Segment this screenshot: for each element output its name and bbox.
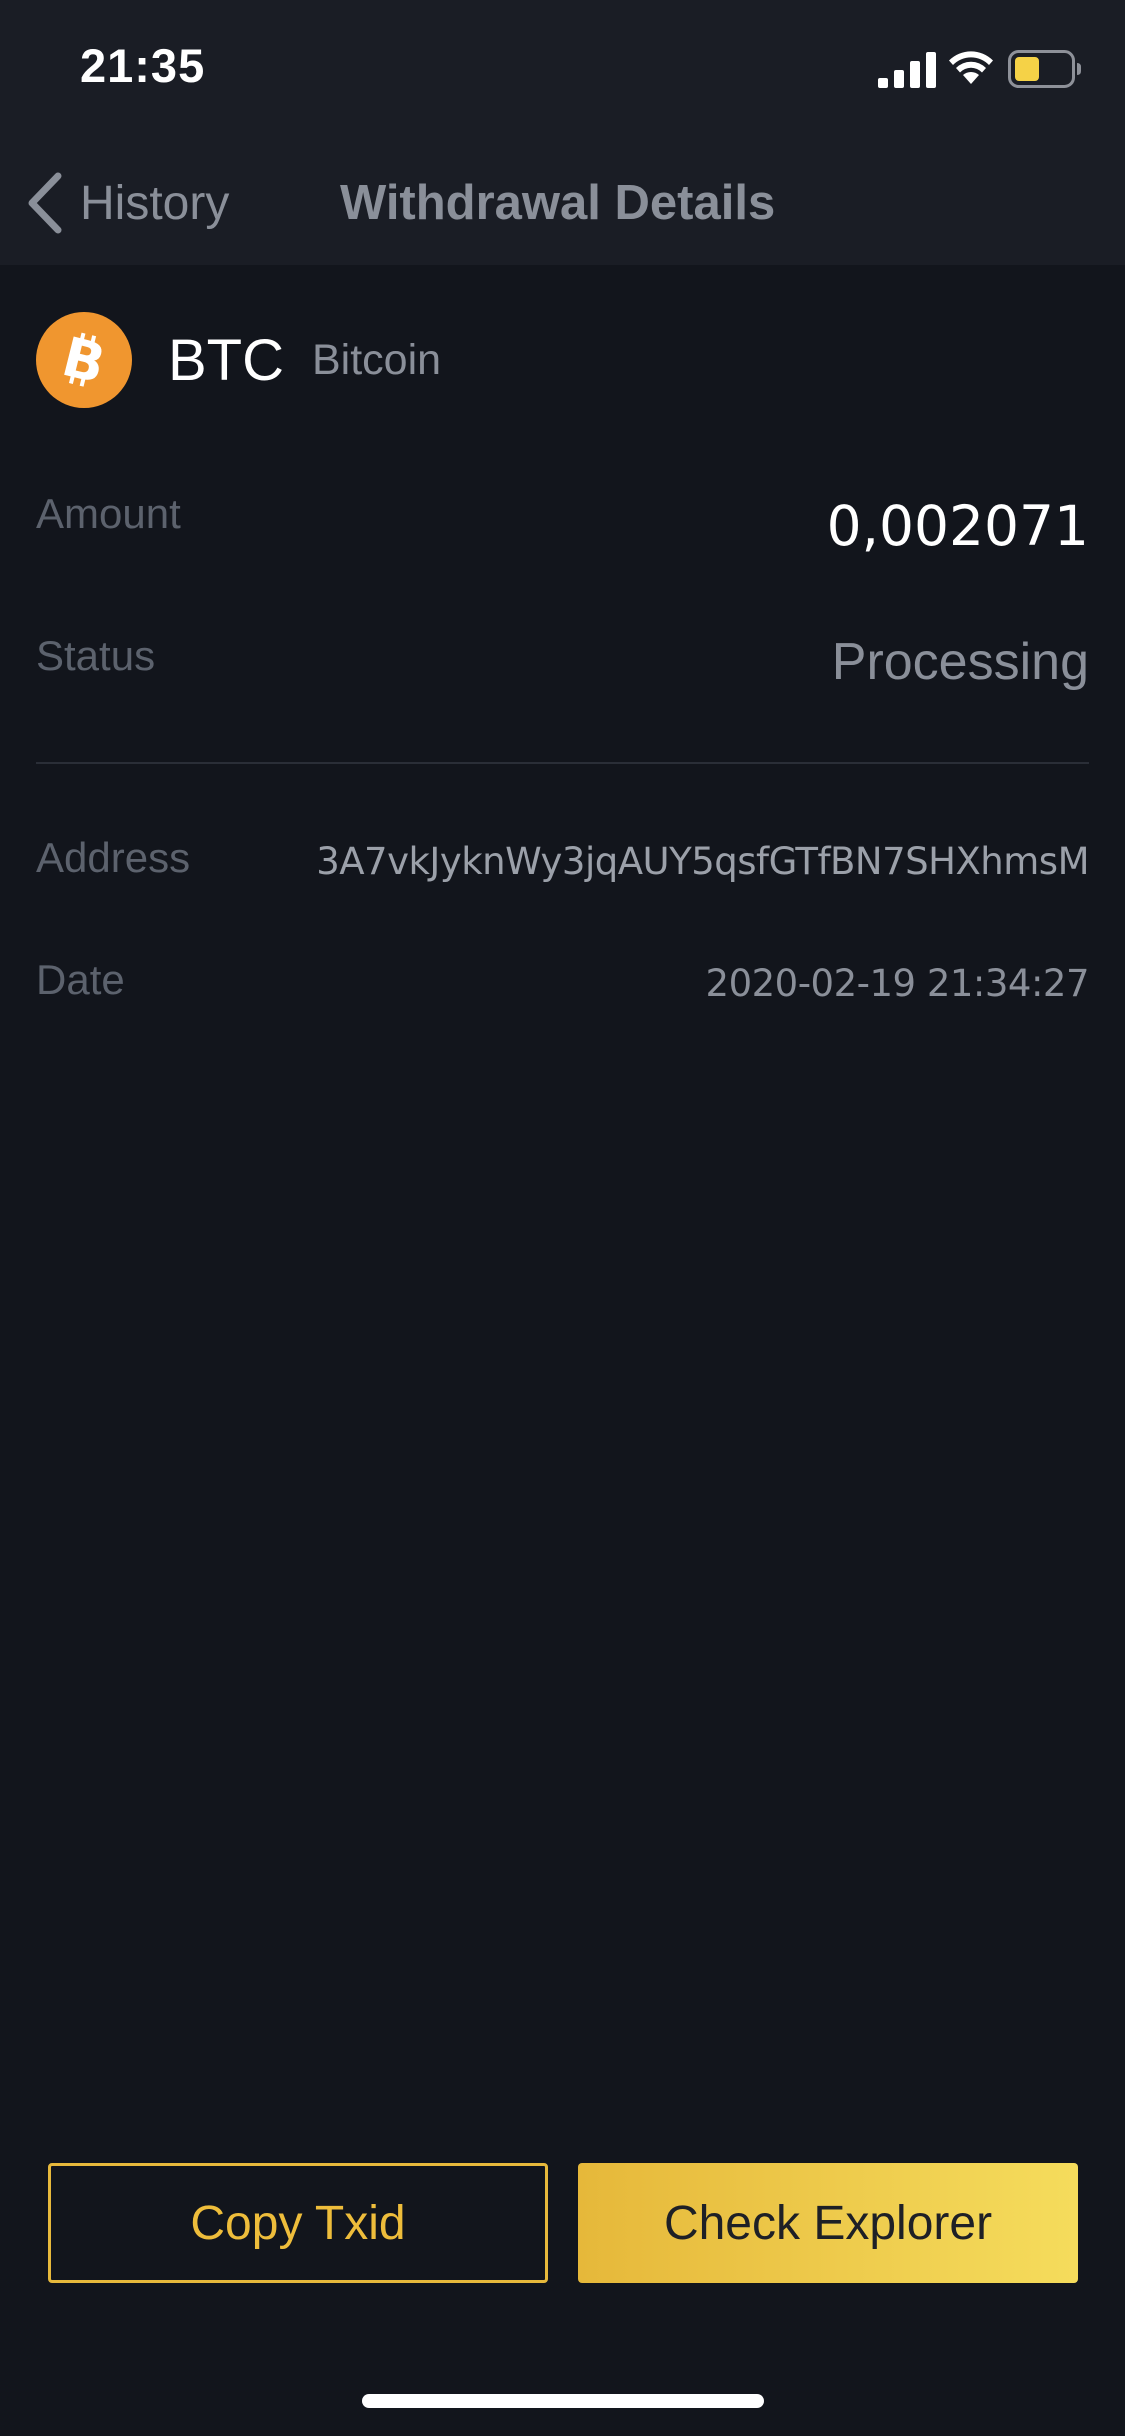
coin-name: Bitcoin	[312, 335, 442, 384]
chevron-left-icon	[28, 172, 62, 234]
divider	[36, 762, 1089, 764]
status-row: Status Processing	[36, 628, 1089, 708]
coin-symbol: BTC	[168, 327, 284, 393]
address-value[interactable]: 3A7vkJyknWy3jqAUY5qsfGTfBN7SHXhmsM	[316, 840, 1089, 883]
status-label: Status	[36, 632, 156, 679]
back-button[interactable]: History	[22, 168, 229, 238]
date-label: Date	[36, 956, 125, 1003]
bitcoin-logo-icon: B	[36, 312, 132, 408]
battery-icon	[1008, 50, 1081, 88]
address-label: Address	[36, 834, 191, 881]
signal-icon	[878, 52, 936, 88]
copy-txid-button[interactable]: Copy Txid	[48, 2163, 548, 2283]
date-value: 2020-02-19 21:34:27	[705, 962, 1090, 1005]
check-explorer-button[interactable]: Check Explorer	[578, 2163, 1078, 2283]
wifi-icon	[949, 51, 993, 84]
date-row: Date 2020-02-19 21:34:27	[36, 956, 1090, 1016]
page-title: Withdrawal Details	[340, 176, 776, 230]
status-value: Processing	[831, 633, 1089, 691]
navigation-bar: History Withdrawal Details	[0, 140, 1125, 265]
status-time: 21:35	[80, 39, 206, 92]
status-bar: 21:35	[0, 0, 1125, 140]
address-row: Address 3A7vkJyknWy3jqAUY5qsfGTfBN7SHXhm…	[36, 834, 1089, 894]
amount-row: Amount 0,002071	[36, 490, 1089, 570]
back-label: History	[80, 176, 230, 230]
home-indicator[interactable]	[362, 2394, 764, 2408]
amount-label: Amount	[36, 490, 181, 537]
coin-header: B BTC Bitcoin	[36, 312, 441, 408]
amount-value: 0,002071	[826, 494, 1089, 558]
